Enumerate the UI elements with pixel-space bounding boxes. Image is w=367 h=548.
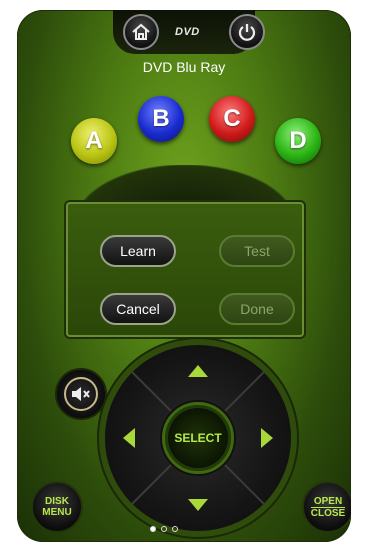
color-button-c[interactable]: C [209, 96, 255, 142]
disk-menu-button[interactable]: DISK MENU [31, 481, 83, 533]
up-arrow-icon[interactable] [188, 365, 208, 377]
page-indicator [150, 526, 178, 532]
power-button[interactable] [229, 14, 265, 50]
color-button-a[interactable]: A [71, 118, 117, 164]
home-button[interactable] [123, 14, 159, 50]
cancel-button[interactable]: Cancel [100, 293, 176, 325]
device-name: DVD Blu Ray [142, 59, 226, 75]
open-close-label-line1: OPEN [313, 495, 343, 507]
test-button[interactable]: Test [219, 235, 295, 267]
mute-ring [64, 377, 98, 411]
disk-menu-label-line1: DISK [45, 496, 69, 507]
select-button[interactable]: SELECT [162, 402, 234, 474]
learn-dialog: Learn Test Cancel Done [66, 202, 304, 337]
page-dot[interactable] [150, 526, 156, 532]
mute-icon [72, 387, 90, 401]
color-button-d[interactable]: D [275, 118, 321, 164]
right-arrow-icon[interactable] [261, 428, 273, 448]
down-arrow-icon[interactable] [188, 499, 208, 511]
disk-menu-label-line2: MENU [42, 507, 72, 518]
dpad: SELECT [105, 345, 291, 531]
open-close-label-line2: CLOSE [310, 506, 346, 519]
dvd-logo: DVD [175, 26, 200, 38]
page-dot[interactable] [161, 526, 167, 532]
open-close-button[interactable]: OPEN CLOSE [302, 481, 351, 533]
color-button-b[interactable]: B [138, 96, 184, 142]
learn-button[interactable]: Learn [100, 235, 176, 267]
page-dot[interactable] [172, 526, 178, 532]
done-button[interactable]: Done [219, 293, 295, 325]
power-icon [238, 24, 256, 41]
remote-panel: DVD DVD Blu Ray A B C D Learn Test Cance… [17, 10, 351, 542]
left-arrow-icon[interactable] [123, 428, 135, 448]
mute-button[interactable] [55, 368, 107, 420]
home-icon [132, 23, 150, 40]
